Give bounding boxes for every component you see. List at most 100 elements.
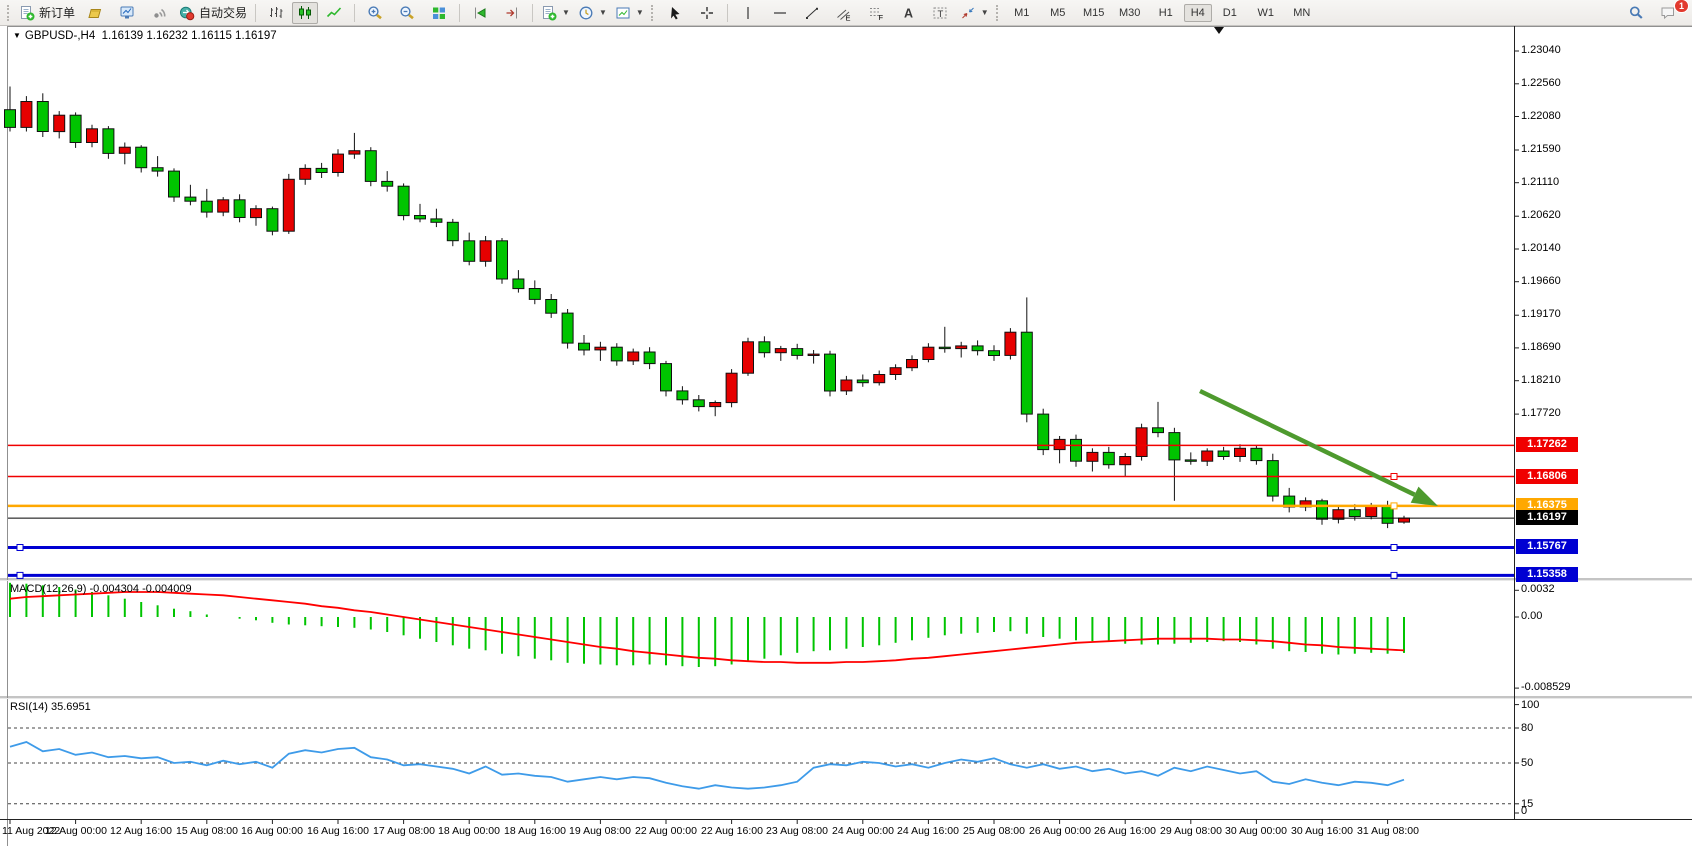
trendline-button-icon <box>804 5 820 21</box>
timeframe-W1-button[interactable]: W1 <box>1248 2 1284 24</box>
search-button-icon <box>1628 5 1644 21</box>
new-order-button-label: 新订单 <box>39 4 75 21</box>
arrows-button-icon <box>960 5 976 21</box>
horizontal-line-button[interactable] <box>764 2 796 24</box>
dropdown-arrow-icon: ▼ <box>981 8 989 17</box>
timeframe-D1-button[interactable]: D1 <box>1212 2 1248 24</box>
toolbar-separator <box>255 4 256 22</box>
periods-button[interactable]: ▼ <box>574 2 611 24</box>
macd-indicator-label: MACD(12,26,9) -0.004304 -0.004009 <box>10 583 192 595</box>
toolbar-grip[interactable] <box>651 5 656 21</box>
chart-symbol-period: GBPUSD-,H4 <box>25 30 95 42</box>
crosshair-button[interactable] <box>691 2 723 24</box>
bar-chart-button-icon <box>268 5 284 21</box>
profiles-button[interactable] <box>79 2 111 24</box>
horizontal-line-button-icon <box>772 5 788 21</box>
notifications-button[interactable]: 1 <box>1652 2 1684 24</box>
zoom-out-button-icon <box>399 5 415 21</box>
toolbar: 新订单 自动交易 ▼ ▼ ▼ E F A T ▼ M1 M5 M15 M30 H1H4D1 W1 MN 1 <box>0 0 1692 26</box>
new-order-button[interactable]: 新订单 <box>15 2 79 24</box>
text-label-button-icon: T <box>932 5 948 21</box>
channel-button-icon: E <box>836 5 852 21</box>
terminal-window: 新订单 自动交易 ▼ ▼ ▼ E F A T ▼ M1 M5 M15 M30 H1H4D1 W1 MN 1 ▼ GB… <box>0 0 1692 846</box>
timeframe-label: M15 <box>1083 7 1104 19</box>
svg-text:E: E <box>845 13 850 21</box>
new-order-button-icon <box>19 5 35 21</box>
channel-button[interactable]: E <box>828 2 860 24</box>
chart-title-collapse-icon[interactable]: ▼ <box>13 31 21 40</box>
auto-trading-button[interactable]: 自动交易 <box>175 2 251 24</box>
chart-shift-button[interactable] <box>496 2 528 24</box>
indicators-button-icon <box>541 5 557 21</box>
timeframe-label: W1 <box>1258 7 1275 19</box>
periods-button-icon <box>578 5 594 21</box>
dropdown-arrow-icon: ▼ <box>599 8 607 17</box>
candle-chart-button[interactable] <box>292 2 318 24</box>
timeframe-label: M30 <box>1119 7 1140 19</box>
chart-shift-button-icon <box>504 5 520 21</box>
dropdown-arrow-icon: ▼ <box>562 8 570 17</box>
price-axis[interactable] <box>1514 26 1692 819</box>
market-watch-button-icon <box>119 5 135 21</box>
signals-button[interactable] <box>143 2 175 24</box>
dropdown-arrow-icon: ▼ <box>636 8 644 17</box>
cursor-button-icon <box>667 5 683 21</box>
text-button[interactable]: A <box>892 2 924 24</box>
fibonacci-button-icon: F <box>868 5 884 21</box>
timeframe-H1-button[interactable]: H1 <box>1148 2 1184 24</box>
time-axis[interactable] <box>0 819 1692 846</box>
text-button-icon: A <box>900 5 916 21</box>
toolbar-grip[interactable] <box>996 5 1001 21</box>
line-chart-button[interactable] <box>318 2 350 24</box>
crosshair-button-icon <box>699 5 715 21</box>
toolbar-separator <box>459 4 460 22</box>
auto-scroll-button-icon <box>472 5 488 21</box>
rsi-panel[interactable] <box>8 700 1514 818</box>
macd-panel[interactable] <box>8 582 1514 697</box>
rsi-indicator-label: RSI(14) 35.6951 <box>10 701 91 713</box>
zoom-out-button[interactable] <box>391 2 423 24</box>
main-chart-panel[interactable] <box>8 26 1514 579</box>
line-chart-button-icon <box>326 5 342 21</box>
timeframe-H4-button[interactable]: H4 <box>1184 4 1212 22</box>
timeframe-M15-button[interactable]: M15 <box>1076 2 1112 24</box>
text-label-button[interactable]: T <box>924 2 956 24</box>
toolbar-separator <box>354 4 355 22</box>
fibonacci-button[interactable]: F <box>860 2 892 24</box>
timeframe-M5-button[interactable]: M5 <box>1040 2 1076 24</box>
tile-windows-button-icon <box>431 5 447 21</box>
timeframe-label: MN <box>1293 7 1310 19</box>
auto-trading-button-icon <box>179 5 195 21</box>
indicators-button[interactable]: ▼ <box>537 2 574 24</box>
zoom-in-button[interactable] <box>359 2 391 24</box>
profiles-button-icon <box>87 5 103 21</box>
toolbar-separator <box>532 4 533 22</box>
zoom-in-button-icon <box>367 5 383 21</box>
search-button[interactable] <box>1620 2 1652 24</box>
tile-windows-button[interactable] <box>423 2 455 24</box>
templates-button[interactable]: ▼ <box>611 2 648 24</box>
vertical-line-button[interactable] <box>732 2 764 24</box>
timeframe-label: M5 <box>1050 7 1065 19</box>
timeframe-label: M1 <box>1014 7 1029 19</box>
templates-button-icon <box>615 5 631 21</box>
auto-scroll-button[interactable] <box>464 2 496 24</box>
svg-text:T: T <box>937 8 943 19</box>
toolbar-grip[interactable] <box>7 5 12 21</box>
trendline-button[interactable] <box>796 2 828 24</box>
chart-ohlc-values: 1.16139 1.16232 1.16115 1.16197 <box>102 30 277 42</box>
candle-chart-button-icon <box>297 5 313 21</box>
toolbar-separator <box>727 4 728 22</box>
svg-text:A: A <box>904 6 913 20</box>
svg-text:F: F <box>878 13 883 21</box>
chart-title: ▼ GBPUSD-,H4 1.16139 1.16232 1.16115 1.16… <box>13 30 277 42</box>
arrows-button[interactable]: ▼ <box>956 2 993 24</box>
notification-badge: 1 <box>1674 0 1689 13</box>
timeframe-M1-button[interactable]: M1 <box>1004 2 1040 24</box>
bar-chart-button[interactable] <box>260 2 292 24</box>
timeframe-MN-button[interactable]: MN <box>1284 2 1320 24</box>
cursor-button[interactable] <box>659 2 691 24</box>
market-watch-button[interactable] <box>111 2 143 24</box>
toolbar-right-group: 1 <box>1620 2 1684 24</box>
timeframe-M30-button[interactable]: M30 <box>1112 2 1148 24</box>
